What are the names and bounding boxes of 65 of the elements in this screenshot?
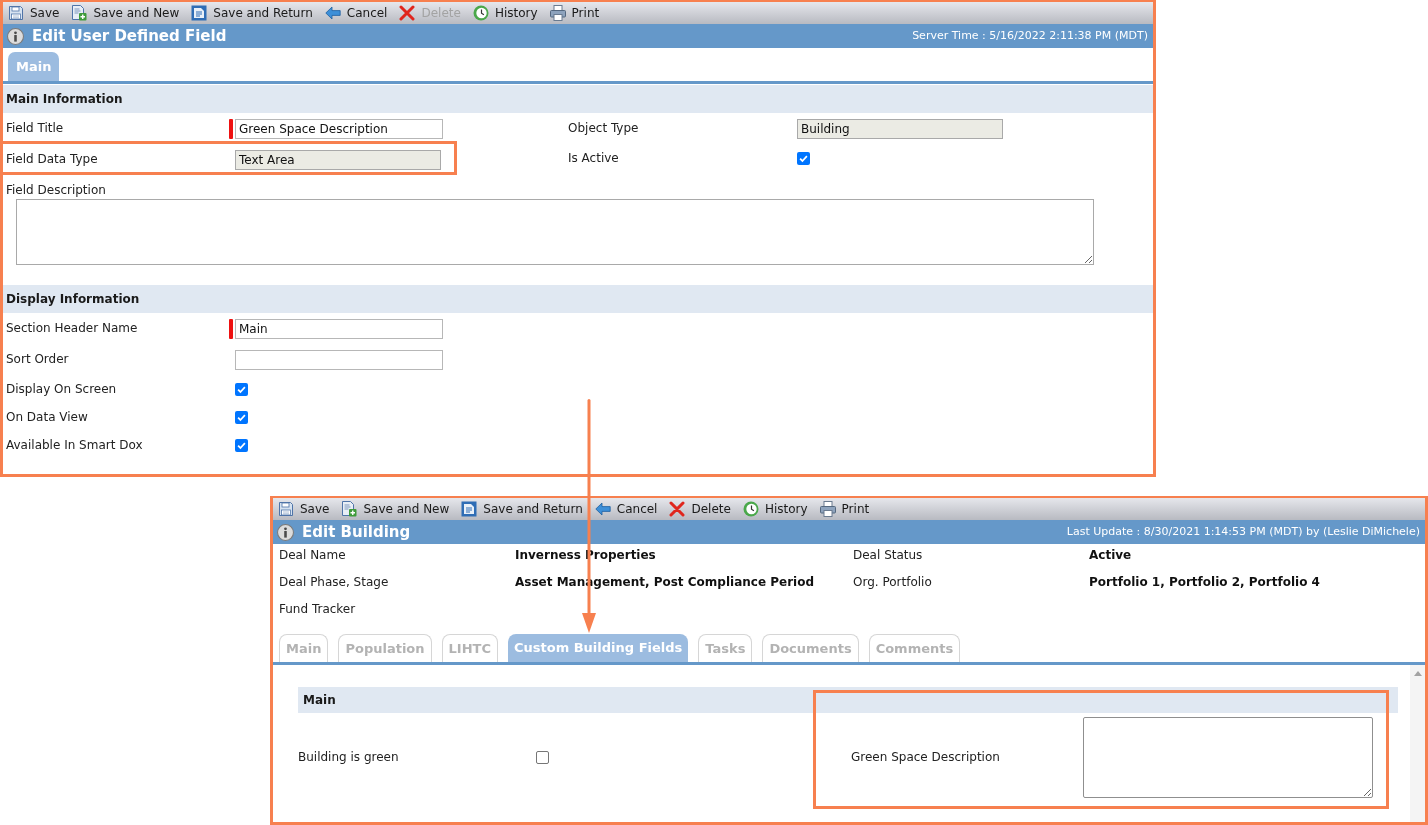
field-label: Building is green xyxy=(298,750,399,765)
document-plus-icon xyxy=(341,501,358,517)
detail-value: Portfolio 1, Portfolio 2, Portfolio 4 xyxy=(1089,575,1320,590)
section-header: Main xyxy=(298,687,1398,713)
cross-icon xyxy=(669,501,686,517)
field-label: Field Description xyxy=(6,183,106,198)
toolbar-button[interactable]: Save xyxy=(8,5,60,21)
clock-icon xyxy=(742,501,759,517)
left-arrow-icon xyxy=(594,501,611,517)
field-label: Green Space Description xyxy=(851,750,1000,765)
checkbox[interactable] xyxy=(536,751,549,764)
section-header: Display Information xyxy=(3,285,1153,313)
field-label: Available In Smart Dox xyxy=(6,437,143,453)
left-arrow-icon xyxy=(324,5,341,21)
detail-label: Deal Phase, Stage xyxy=(279,575,389,590)
field-label: Object Type xyxy=(568,121,639,136)
timestamp: Last Update : 8/30/2021 1:14:53 PM (MDT) by (Leslie DiMichele) xyxy=(1066,525,1420,539)
window-title: Edit Building xyxy=(302,523,411,541)
text-area-field[interactable] xyxy=(1083,717,1373,798)
detail-value: Active xyxy=(1089,548,1132,563)
info-icon xyxy=(277,523,294,541)
field-label: Sort Order xyxy=(6,352,69,367)
toolbar-button[interactable]: Save xyxy=(278,501,330,517)
field-label: Field Data Type xyxy=(6,152,98,167)
field-label: Field Title xyxy=(6,121,64,136)
field-label: Section Header Name xyxy=(6,321,138,336)
detail-label: Org. Portfolio xyxy=(853,575,932,590)
printer-icon xyxy=(549,5,566,21)
info-icon xyxy=(7,27,24,45)
window-title: Edit User Defined Field xyxy=(32,27,227,45)
document-icon xyxy=(191,5,208,21)
document-icon xyxy=(461,501,478,517)
section-header: Main Information xyxy=(3,85,1153,113)
toolbar-button[interactable]: Save and Return xyxy=(191,5,313,21)
field-label: Display On Screen xyxy=(6,381,117,397)
toolbar-button[interactable]: History xyxy=(472,5,538,21)
checkbox[interactable] xyxy=(235,410,248,424)
toolbar-button[interactable]: Cancel xyxy=(324,5,388,21)
detail-label: Deal Name xyxy=(279,548,346,563)
toolbar-button[interactable]: Delete xyxy=(669,501,731,517)
field-label: On Data View xyxy=(6,409,88,425)
field-label: Is Active xyxy=(568,150,619,166)
text-field[interactable]: Green Space Description xyxy=(235,118,443,139)
scrollbar[interactable] xyxy=(1410,665,1425,822)
text-field[interactable] xyxy=(235,349,443,370)
toolbar-button[interactable]: Save and New xyxy=(71,5,180,21)
text-field[interactable]: Main xyxy=(235,318,443,339)
detail-label: Deal Status xyxy=(853,548,923,563)
checkbox[interactable] xyxy=(235,438,248,452)
toolbar-button[interactable]: Cancel xyxy=(594,501,658,517)
text-area-field[interactable] xyxy=(16,199,1094,265)
checkbox[interactable] xyxy=(235,382,248,396)
toolbar-button[interactable]: History xyxy=(742,501,808,517)
detail-label: Fund Tracker xyxy=(279,602,356,617)
printer-icon xyxy=(819,501,836,517)
toolbar-button[interactable]: Save and Return xyxy=(461,501,583,517)
timestamp: Server Time : 5/16/2022 2:11:38 PM (MDT) xyxy=(912,29,1148,43)
toolbar-button[interactable]: Save and New xyxy=(341,501,450,517)
checkbox[interactable] xyxy=(797,151,810,165)
toolbar-button[interactable]: Print xyxy=(819,501,870,517)
document-plus-icon xyxy=(71,5,88,21)
cross-icon xyxy=(399,5,416,21)
scroll-up-arrow-icon[interactable] xyxy=(1413,671,1422,676)
clock-icon xyxy=(472,5,489,21)
toolbar-button[interactable]: Print xyxy=(549,5,600,21)
